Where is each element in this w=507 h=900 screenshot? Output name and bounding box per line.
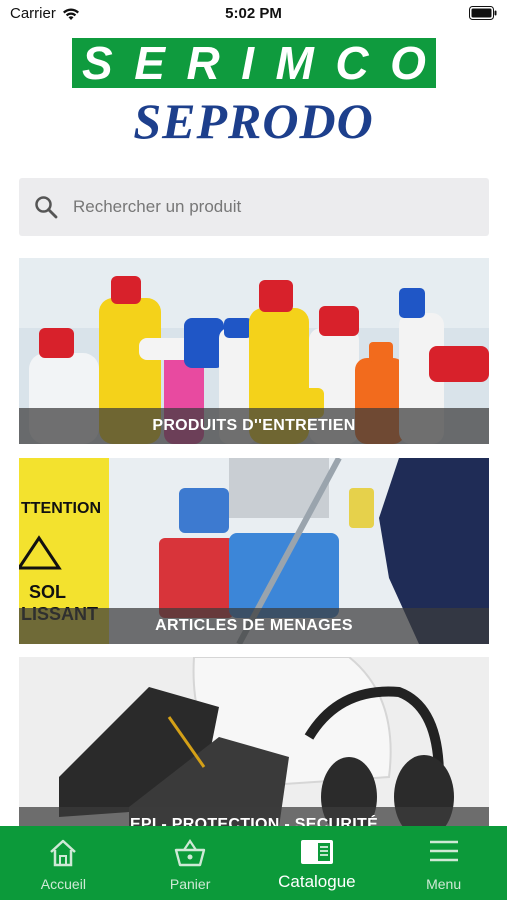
status-time: 5:02 PM bbox=[225, 5, 282, 22]
category-card-ppe-safety[interactable]: EPI - PROTECTION - SECURITÉ bbox=[19, 657, 489, 843]
menu-icon bbox=[429, 840, 458, 862]
tab-catalogue[interactable]: Catalogue bbox=[254, 826, 381, 900]
serimco-letter: R bbox=[186, 37, 220, 89]
search-icon bbox=[35, 196, 58, 219]
serimco-letter: E bbox=[134, 37, 165, 89]
status-bar: Carrier 5:02 PM bbox=[0, 0, 507, 26]
serimco-letter: S bbox=[82, 37, 113, 89]
tab-label: Accueil bbox=[40, 876, 86, 892]
home-icon bbox=[50, 839, 77, 867]
battery-icon bbox=[469, 6, 497, 20]
sign-line-1: TTENTION bbox=[21, 500, 101, 517]
serimco-letter: M bbox=[275, 37, 314, 89]
tab-bar: Accueil Panier Catalogue Menu bbox=[0, 826, 507, 900]
serimco-letter: C bbox=[335, 37, 369, 89]
serimco-logo: S E R I M C O bbox=[72, 38, 436, 88]
brand-logo: S E R I M C O SEPRODO bbox=[0, 30, 507, 155]
seprodo-logo: SEPRODO bbox=[133, 93, 374, 149]
search-bar[interactable]: Rechercher un produit bbox=[19, 178, 489, 236]
tab-label: Catalogue bbox=[278, 872, 356, 891]
tab-panier[interactable]: Panier bbox=[127, 826, 254, 900]
category-card-household-articles[interactable]: TTENTION SOL LISSANT ARTICLES DE MENAGES bbox=[19, 458, 489, 644]
tab-accueil[interactable]: Accueil bbox=[0, 826, 127, 900]
catalogue-icon bbox=[300, 840, 333, 864]
tab-label: Menu bbox=[426, 876, 462, 892]
sign-line-2: SOL bbox=[29, 582, 66, 602]
tab-menu[interactable]: Menu bbox=[380, 826, 507, 900]
basket-icon bbox=[174, 839, 206, 867]
search-placeholder[interactable]: Rechercher un produit bbox=[73, 197, 241, 217]
category-label: ARTICLES DE MENAGES bbox=[19, 608, 489, 644]
serimco-letter: I bbox=[241, 37, 254, 89]
serimco-letter: O bbox=[390, 37, 426, 89]
tab-label: Panier bbox=[169, 876, 211, 892]
category-label: PRODUITS D''ENTRETIEN bbox=[19, 408, 489, 444]
category-card-cleaning-products[interactable]: PRODUITS D''ENTRETIEN bbox=[19, 258, 489, 444]
